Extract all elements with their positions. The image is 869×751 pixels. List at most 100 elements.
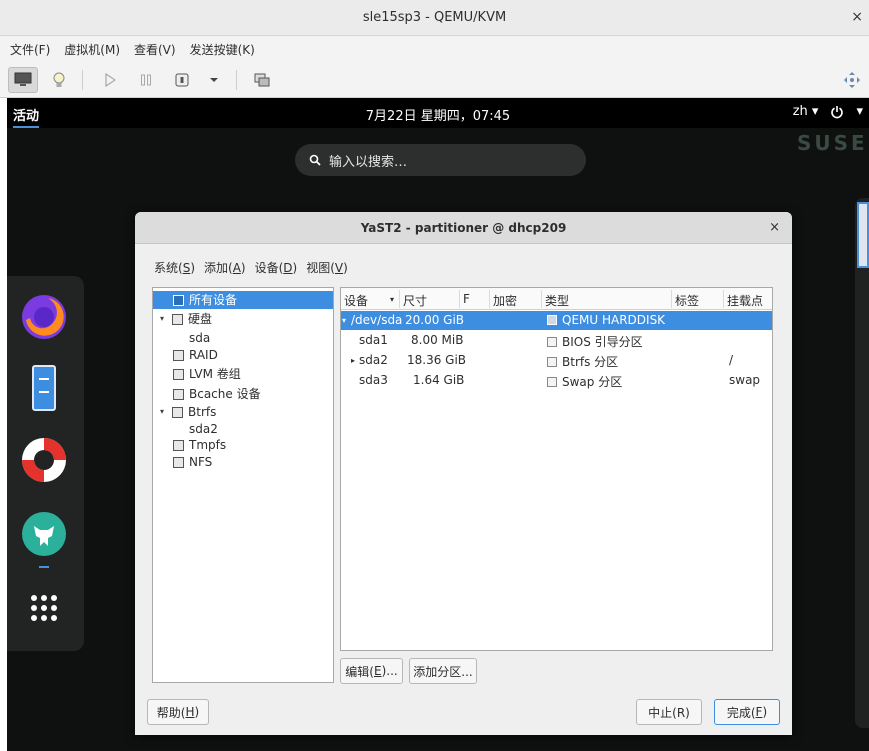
gnu-icon <box>22 512 66 556</box>
chevron-down-icon <box>210 78 218 82</box>
table-row[interactable]: ▸ sda2 18.36 GiB Btrfs 分区 / <box>341 351 772 370</box>
fullscreen-button[interactable] <box>250 67 274 93</box>
bcache-icon <box>173 388 184 400</box>
tmpfs-icon <box>173 439 184 451</box>
input-language[interactable]: zh ▾ <box>793 104 819 119</box>
cell-device: sda1 <box>359 333 388 347</box>
pause-button[interactable] <box>134 67 158 93</box>
table-row[interactable]: sda1 8.00 MiB BIOS 引导分区 <box>341 331 772 350</box>
shutdown-button[interactable] <box>170 67 194 93</box>
qemu-toolbar <box>0 62 869 98</box>
power-icon[interactable] <box>830 105 844 119</box>
column-format[interactable]: F <box>463 292 470 306</box>
sort-down-icon: ▾ <box>390 295 395 304</box>
search-placeholder: 输入以搜索… <box>329 154 408 170</box>
yast-app[interactable] <box>18 508 70 560</box>
dash <box>7 276 84 651</box>
chevron-down-icon: ▾ <box>856 104 863 119</box>
screens-icon <box>254 73 270 87</box>
column-label[interactable]: 标签 <box>675 292 699 309</box>
column-type[interactable]: 类型 <box>545 292 569 309</box>
files-app[interactable] <box>18 362 70 414</box>
cell-type: Swap 分区 <box>547 373 622 390</box>
expander-icon[interactable]: ▾ <box>157 403 167 421</box>
tree-item-all-devices[interactable]: 所有设备 <box>153 291 333 309</box>
help-app[interactable] <box>18 434 70 486</box>
menu-send-key[interactable]: 发送按键(K) <box>190 41 255 58</box>
show-apps-button[interactable] <box>18 582 70 634</box>
cell-device: /dev/sda <box>351 313 403 327</box>
column-device[interactable]: 设备 <box>344 292 368 309</box>
abort-button[interactable]: 中止(R) <box>636 699 702 725</box>
tree-item-bcache[interactable]: Bcache 设备 <box>173 385 261 403</box>
lifebuoy-icon <box>22 438 66 482</box>
lvm-icon <box>173 368 184 380</box>
tree-item-hard-disks[interactable]: ▾ 硬盘 <box>157 310 212 328</box>
tree-item-btrfs[interactable]: ▾ Btrfs <box>157 403 216 421</box>
cell-type: QEMU HARDDISK <box>547 313 665 327</box>
move-arrows-icon <box>844 72 860 88</box>
file-cabinet-icon <box>32 365 56 411</box>
system-menu[interactable]: zh ▾ ▾ <box>793 104 863 119</box>
power-icon <box>175 73 189 87</box>
cell-size: 8.00 MiB <box>411 333 464 347</box>
menu-system[interactable]: 系统(S) <box>154 259 195 276</box>
column-encryption[interactable]: 加密 <box>493 292 517 309</box>
help-button[interactable]: 帮助(H) <box>147 699 209 725</box>
qemu-menubar: 文件(F) 虚拟机(M) 查看(V) 发送按键(K) <box>0 36 869 62</box>
menu-device[interactable]: 设备(D) <box>255 259 298 276</box>
device-table[interactable]: 设备 ▾ 尺寸 F 加密 类型 标签 挂载点 ▾ /dev/sda 20.00 … <box>340 287 773 651</box>
resize-button[interactable] <box>840 67 864 93</box>
search-entry[interactable]: 输入以搜索… <box>295 144 586 176</box>
disk-icon <box>547 315 557 325</box>
column-size[interactable]: 尺寸 <box>403 292 427 309</box>
table-row[interactable]: ▾ /dev/sda 20.00 GiB QEMU HARDDISK <box>341 311 772 330</box>
cell-device: sda2 <box>359 353 388 367</box>
workspace-switcher <box>855 198 869 728</box>
expand-icon[interactable]: ▸ <box>351 356 355 365</box>
tree-item-tmpfs[interactable]: Tmpfs <box>173 436 226 454</box>
window-title: sle15sp3 - QEMU/KVM <box>362 10 507 25</box>
tree-item-sda[interactable]: sda <box>189 329 210 347</box>
add-partition-button[interactable]: 添加分区... <box>409 658 477 684</box>
tree-item-lvm[interactable]: LVM 卷组 <box>173 365 241 383</box>
close-icon[interactable]: × <box>769 220 780 235</box>
search-icon <box>309 154 321 166</box>
cell-type: Btrfs 分区 <box>547 353 618 370</box>
tree-item-raid[interactable]: RAID <box>173 346 218 364</box>
edit-button[interactable]: 编辑(E)... <box>340 658 403 684</box>
run-button[interactable] <box>98 67 122 93</box>
workspace-thumbnail[interactable] <box>857 202 869 268</box>
collapse-icon[interactable]: ▾ <box>342 316 346 325</box>
yast-menubar: 系统(S) 添加(A) 设备(D) 视图(V) <box>154 259 348 276</box>
console-view-button[interactable] <box>8 67 38 93</box>
column-mount-point[interactable]: 挂载点 <box>727 292 763 309</box>
device-tree[interactable]: 所有设备 ▾ 硬盘 sda RAID LVM 卷组 Bcache 设备 ▾ Bt… <box>152 287 334 683</box>
cell-mount-point: / <box>729 353 734 367</box>
firefox-app[interactable] <box>18 290 70 342</box>
menu-vm[interactable]: 虚拟机(M) <box>64 41 120 58</box>
lightbulb-icon <box>53 72 65 87</box>
suse-logo: SUSE <box>797 131 868 155</box>
cell-mount-point: swap <box>729 373 761 387</box>
disk-icon <box>172 313 183 325</box>
gnome-topbar: 活动 7月22日 星期四，07:45 zh ▾ ▾ <box>7 98 869 128</box>
nfs-icon <box>173 456 184 468</box>
details-view-button[interactable] <box>46 67 72 93</box>
tree-item-nfs[interactable]: NFS <box>173 453 212 471</box>
menu-file[interactable]: 文件(F) <box>10 41 50 58</box>
pause-icon <box>141 74 151 86</box>
table-row[interactable]: sda3 1.64 GiB Swap 分区 swap <box>341 371 772 390</box>
menu-add[interactable]: 添加(A) <box>204 259 246 276</box>
device-icon <box>173 294 184 306</box>
menu-view[interactable]: 视图(V) <box>306 259 348 276</box>
partition-icon <box>547 377 557 387</box>
cell-type: BIOS 引导分区 <box>547 333 643 350</box>
clock[interactable]: 7月22日 星期四，07:45 <box>7 105 869 124</box>
yast-window: YaST2 - partitioner @ dhcp209 × 系统(S) 添加… <box>135 212 792 735</box>
menu-view[interactable]: 查看(V) <box>134 41 176 58</box>
close-icon[interactable]: × <box>851 9 863 25</box>
shutdown-menu-button[interactable] <box>204 67 224 93</box>
expander-icon[interactable]: ▾ <box>157 310 167 328</box>
finish-button[interactable]: 完成(F) <box>714 699 780 725</box>
